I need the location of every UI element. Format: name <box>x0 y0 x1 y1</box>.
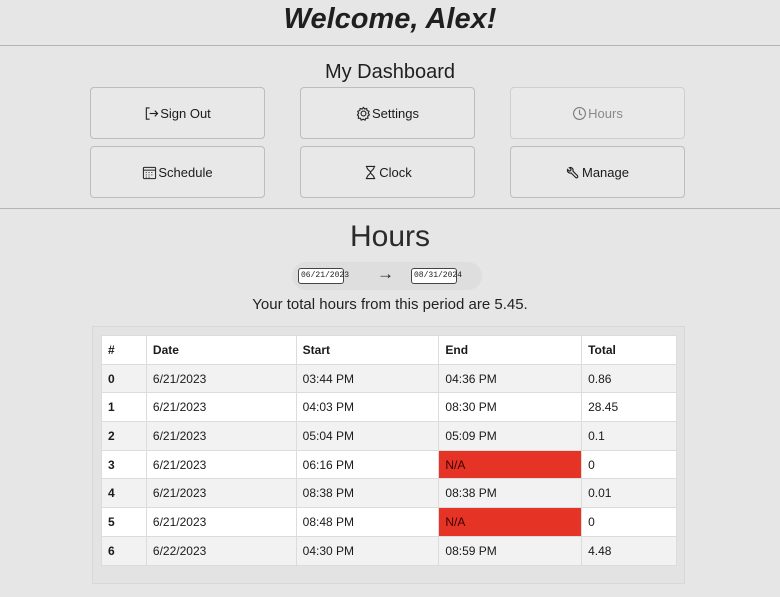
header-end: End <box>438 335 583 365</box>
section-divider <box>0 208 780 209</box>
cell-date: 6/21/2023 <box>145 392 297 423</box>
cell-end: N/A <box>438 507 583 537</box>
sign-out-icon <box>145 106 159 120</box>
clock-label: Clock <box>379 164 412 180</box>
hours-label: Hours <box>588 105 623 121</box>
table-row: 3 6/21/2023 06:16 PM N/A 0 <box>101 449 677 480</box>
sign-out-label: Sign Out <box>160 105 211 121</box>
cell-date: 6/22/2023 <box>145 535 297 566</box>
calendar-icon <box>143 166 157 179</box>
hours-title: Hours <box>349 220 431 253</box>
cell-total: 0 <box>581 449 677 480</box>
table-row: 1 6/21/2023 04:03 PM 08:30 PM 28.45 <box>101 392 677 423</box>
hours-table: # Date Start End Total 0 6/21/2023 03:44 P… <box>101 335 677 566</box>
cell-index: 2 <box>101 421 147 451</box>
cell-start: 06:16 PM <box>295 449 440 480</box>
cell-date: 6/21/2023 <box>145 478 297 509</box>
settings-label: Settings <box>372 105 419 121</box>
header-total: Total <box>581 335 677 365</box>
cell-index: 6 <box>101 535 147 566</box>
hourglass-icon <box>366 165 376 179</box>
sign-out-button[interactable]: Sign Out <box>90 87 265 139</box>
dashboard-title: My Dashboard <box>324 61 456 83</box>
header-start: Start <box>295 335 440 365</box>
settings-button[interactable]: Settings <box>300 87 475 139</box>
welcome-heading: Welcome, Alex! <box>0 0 780 46</box>
total-hours-text: Your total hours from this period are 5.… <box>252 296 528 313</box>
cell-date: 6/21/2023 <box>145 363 297 394</box>
cell-start: 08:48 PM <box>295 507 440 537</box>
header-index: # <box>101 335 147 365</box>
dashboard-button-grid: Sign Out Settings Hours Schedule Clock M… <box>90 87 685 198</box>
hours-button[interactable]: Hours <box>510 87 685 139</box>
cell-total: 0.1 <box>581 421 677 451</box>
manage-label: Manage <box>582 164 629 180</box>
cell-index: 4 <box>101 478 147 509</box>
table-row: 0 6/21/2023 03:44 PM 04:36 PM 0.86 <box>101 363 677 394</box>
clock-button[interactable]: Clock <box>300 146 475 198</box>
hours-table-container: # Date Start End Total 0 6/21/2023 03:44 P… <box>92 326 685 584</box>
cell-date: 6/21/2023 <box>145 449 297 480</box>
cell-index: 0 <box>101 363 147 394</box>
cell-start: 04:30 PM <box>295 535 440 566</box>
cell-total: 4.48 <box>581 535 677 566</box>
start-date-input[interactable]: 06/21/2023 <box>298 268 349 284</box>
cell-start: 08:38 PM <box>295 478 440 509</box>
header-date: Date <box>145 335 297 365</box>
cell-start: 04:03 PM <box>295 392 440 423</box>
cell-total: 0.86 <box>581 363 677 394</box>
cell-total: 0 <box>581 507 677 537</box>
cell-end: 08:38 PM <box>438 478 583 509</box>
cell-date: 6/21/2023 <box>145 507 297 537</box>
cell-date: 6/21/2023 <box>145 421 297 451</box>
table-row: 2 6/21/2023 05:04 PM 05:09 PM 0.1 <box>101 421 677 451</box>
table-row: 5 6/21/2023 08:48 PM N/A 0 <box>101 507 677 537</box>
end-date-input[interactable]: 08/31/2024 <box>411 268 462 284</box>
gear-icon <box>356 105 371 121</box>
schedule-label: Schedule <box>158 164 213 180</box>
wrench-icon <box>566 166 579 178</box>
cell-start: 05:04 PM <box>295 421 440 451</box>
schedule-button[interactable]: Schedule <box>90 146 265 198</box>
cell-index: 5 <box>101 507 147 537</box>
range-arrow: → <box>377 264 394 283</box>
cell-end: 08:59 PM <box>438 535 583 566</box>
cell-end: N/A <box>438 449 583 480</box>
cell-end: 08:30 PM <box>438 392 583 423</box>
clock-icon <box>573 106 587 120</box>
cell-total: 0.01 <box>581 478 677 509</box>
cell-index: 3 <box>101 449 147 480</box>
cell-total: 28.45 <box>581 392 677 423</box>
table-row: 4 6/21/2023 08:38 PM 08:38 PM 0.01 <box>101 478 677 509</box>
table-row: 6 6/22/2023 04:30 PM 08:59 PM 4.48 <box>101 535 677 566</box>
cell-start: 03:44 PM <box>295 363 440 394</box>
table-header-row: # Date Start End Total <box>101 335 677 365</box>
table-body: 0 6/21/2023 03:44 PM 04:36 PM 0.86 1 6/21/2023… <box>101 363 677 566</box>
cell-end: 04:36 PM <box>438 363 583 394</box>
cell-index: 1 <box>101 392 147 423</box>
cell-end: 05:09 PM <box>438 421 583 451</box>
manage-button[interactable]: Manage <box>510 146 685 198</box>
